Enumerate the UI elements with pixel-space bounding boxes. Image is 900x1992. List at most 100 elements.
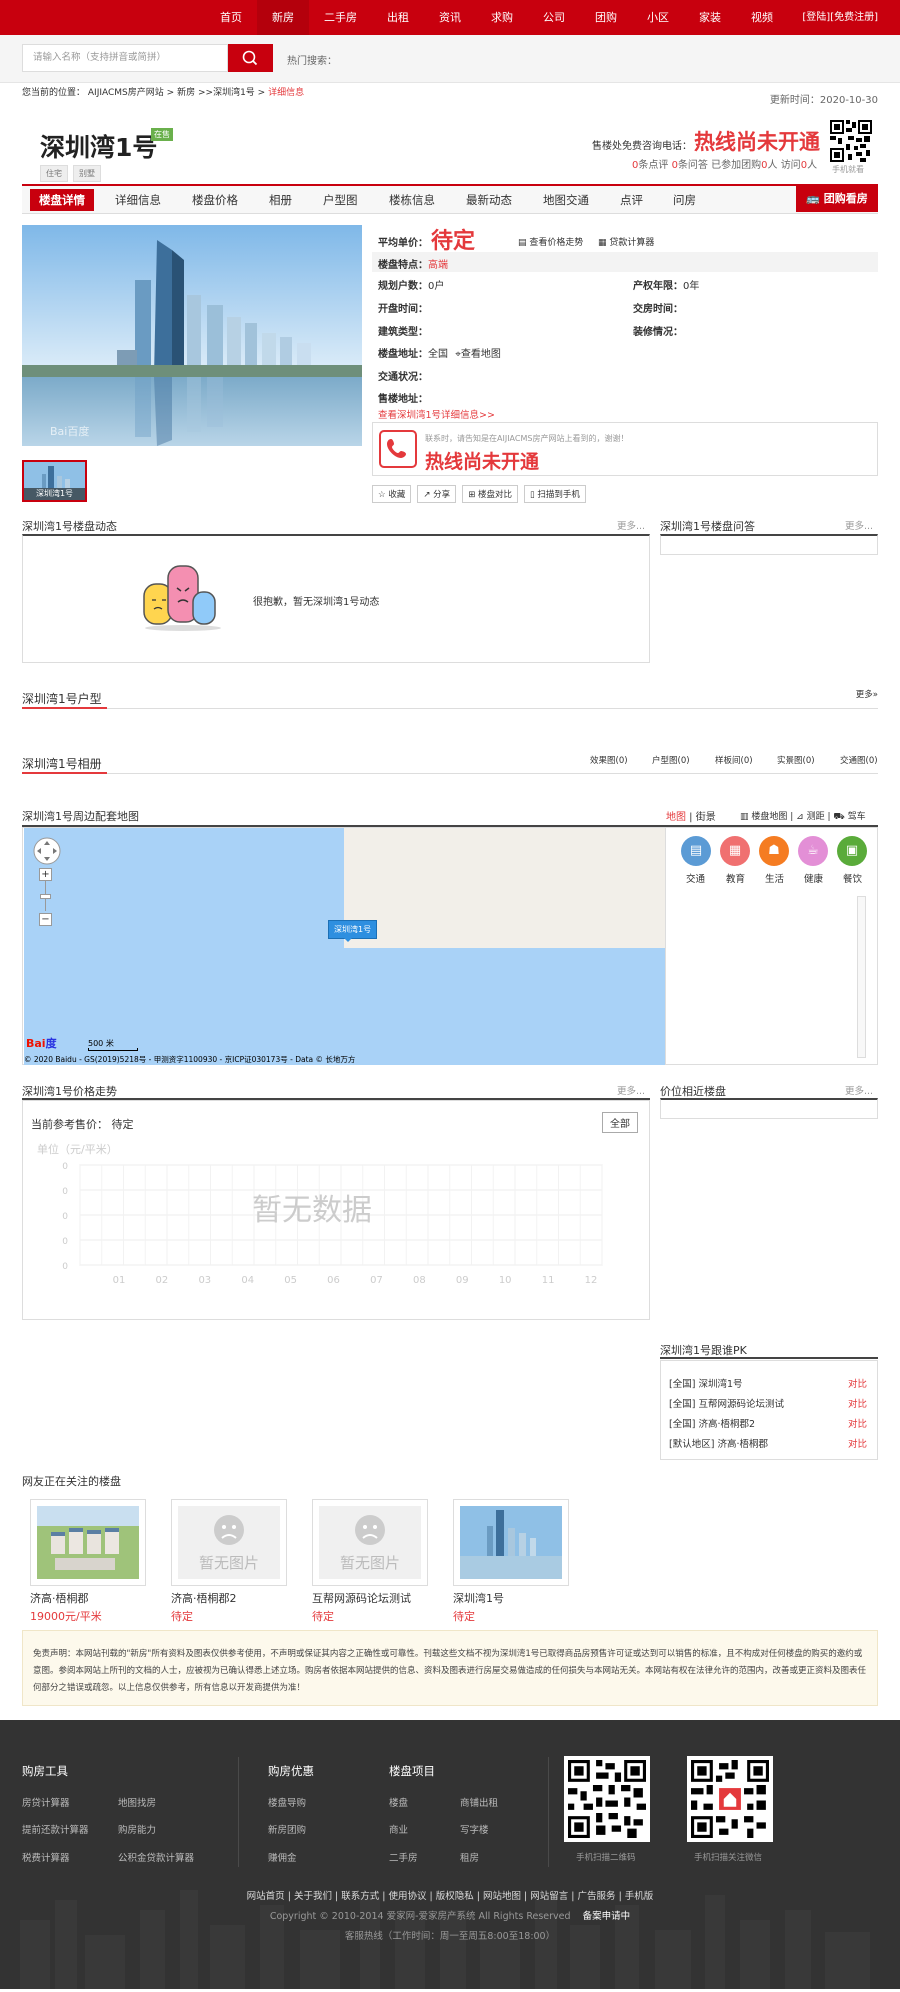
all-range-button[interactable]: 全部 [602, 1112, 638, 1133]
footer-link[interactable]: 新房团购 [268, 1822, 306, 1836]
map-pan-control[interactable] [32, 836, 62, 866]
zoom-out-button[interactable]: − [39, 913, 52, 926]
poi-health-button[interactable]: ☕ [798, 836, 828, 866]
footer-link[interactable]: 租房 [460, 1850, 479, 1864]
nav-rent[interactable]: 出租 [372, 0, 424, 35]
footer-link-about[interactable]: 关于我们 [294, 1891, 332, 1902]
related-name[interactable]: 深圳湾1号 [453, 1590, 504, 1606]
related-name[interactable]: 互帮网源码论坛测试 [312, 1590, 411, 1606]
nav-company[interactable]: 公司 [528, 0, 580, 35]
pk-name[interactable]: 济高·梧桐郡2 [698, 1419, 755, 1430]
pk-compare-link[interactable]: 对比 [848, 1416, 867, 1430]
view-map-link[interactable]: ⌖查看地图 [455, 349, 501, 360]
footer-link[interactable]: 提前还款计算器 [22, 1822, 89, 1836]
tab-questions[interactable]: 问房 [673, 186, 696, 214]
zoom-in-button[interactable]: + [39, 868, 52, 881]
qa-more-link[interactable]: 更多... [845, 518, 873, 532]
album-cat-effect[interactable]: 效果图(0) [590, 754, 628, 766]
pk-compare-link[interactable]: 对比 [848, 1396, 867, 1410]
poi-scrollbar[interactable] [857, 896, 866, 1058]
footer-link[interactable]: 楼盘 [389, 1795, 408, 1809]
map-mode-map[interactable]: 地图 [666, 812, 686, 823]
price-trend-link[interactable]: ▤ 查看价格走势 [518, 235, 583, 248]
nav-news[interactable]: 资讯 [424, 0, 476, 35]
breadcrumb-newhouse[interactable]: 新房 [177, 88, 195, 98]
price-trend-more-link[interactable]: 更多... [617, 1083, 645, 1097]
map-water[interactable] [24, 828, 344, 1065]
map-land[interactable] [344, 828, 665, 948]
album-cat-floorplan[interactable]: 户型图(0) [652, 754, 690, 766]
footer-link[interactable]: 公积金贷款计算器 [118, 1850, 194, 1864]
poi-life-button[interactable]: ☗ [759, 836, 789, 866]
floorplan-more-link[interactable]: 更多» [856, 688, 878, 700]
album-cat-real[interactable]: 实景图(0) [777, 754, 815, 766]
beian-text[interactable]: 备案申请中 [583, 1911, 631, 1922]
pk-name[interactable]: 济高·梧桐郡 [717, 1439, 768, 1450]
poi-traffic-label[interactable]: 交通 [686, 871, 705, 885]
more-info-link[interactable]: 查看深圳湾1号详细信息>> [378, 407, 495, 421]
footer-link-home[interactable]: 网站首页 [247, 1891, 285, 1902]
nav-wanted[interactable]: 求购 [476, 0, 528, 35]
search-button[interactable] [228, 44, 273, 72]
footer-link-message[interactable]: 网站留言 [530, 1891, 568, 1902]
pk-row[interactable]: [全国] 深圳湾1号 [669, 1376, 743, 1390]
breadcrumb-project[interactable]: 深圳湾1号 [213, 88, 255, 98]
tab-map[interactable]: 地图交通 [543, 186, 589, 214]
send-to-phone-button[interactable]: ▯ 扫描到手机 [524, 485, 586, 503]
nav-decor[interactable]: 家装 [684, 0, 736, 35]
pk-row[interactable]: [全国] 济高·梧桐郡2 [669, 1416, 755, 1430]
tab-buildings[interactable]: 楼栋信息 [389, 186, 435, 214]
footer-link-sitemap[interactable]: 网站地图 [483, 1891, 521, 1902]
compare-button[interactable]: ⊞ 楼盘对比 [462, 485, 519, 503]
related-card[interactable]: 暂无图片 [312, 1499, 428, 1586]
breadcrumb-site[interactable]: AIJIACMS房产网站 [88, 88, 164, 98]
related-card[interactable] [30, 1499, 146, 1586]
poi-health-label[interactable]: 健康 [804, 871, 823, 885]
footer-link-ads[interactable]: 广告服务 [578, 1891, 616, 1902]
album-cat-sample[interactable]: 样板间(0) [715, 754, 753, 766]
map-tool-measure[interactable]: ⊿ 测距 [796, 812, 824, 822]
poi-dining-label[interactable]: 餐饮 [843, 871, 862, 885]
nav-home[interactable]: 首页 [205, 0, 257, 35]
footer-link-terms[interactable]: 使用协议 [388, 1891, 426, 1902]
related-name[interactable]: 济高·梧桐郡2 [171, 1590, 237, 1606]
nav-video[interactable]: 视频 [736, 0, 788, 35]
nav-newhouse[interactable]: 新房 [257, 0, 309, 35]
tab-prices[interactable]: 楼盘价格 [192, 186, 238, 214]
pk-name[interactable]: 互帮网源码论坛测试 [698, 1399, 784, 1410]
tab-floorplans[interactable]: 户型图 [323, 186, 358, 214]
project-photo[interactable]: Bai百度 [22, 225, 362, 446]
footer-link[interactable]: 楼盘导购 [268, 1795, 306, 1809]
login-link[interactable]: [登陆] [802, 12, 830, 23]
poi-traffic-button[interactable]: ▤ [681, 836, 711, 866]
poi-life-label[interactable]: 生活 [765, 871, 784, 885]
search-input[interactable]: 请输入名称（支持拼音或简拼） [22, 44, 228, 72]
zoom-slider-handle[interactable] [40, 894, 51, 899]
footer-link[interactable]: 购房能力 [118, 1822, 156, 1836]
nav-secondhand[interactable]: 二手房 [309, 0, 372, 35]
footer-link[interactable]: 写字楼 [460, 1822, 489, 1836]
footer-link-contact[interactable]: 联系方式 [341, 1891, 379, 1902]
dynamics-more-link[interactable]: 更多... [617, 518, 645, 532]
related-card[interactable]: 暂无图片 [171, 1499, 287, 1586]
register-link[interactable]: [免费注册] [830, 12, 878, 23]
footer-link[interactable]: 商业 [389, 1822, 408, 1836]
footer-link[interactable]: 税费计算器 [22, 1850, 70, 1864]
related-name[interactable]: 济高·梧桐郡 [30, 1590, 89, 1606]
map-water-2[interactable] [344, 948, 665, 1065]
footer-link[interactable]: 赚佣金 [268, 1850, 297, 1864]
tab-album[interactable]: 相册 [269, 186, 292, 214]
footer-link-mobile[interactable]: 手机版 [625, 1891, 654, 1902]
poi-dining-button[interactable]: ▣ [837, 836, 867, 866]
groupbuy-button[interactable]: 🚌 团购看房 [796, 186, 878, 212]
footer-link[interactable]: 地图找房 [118, 1795, 156, 1809]
photo-thumbnail[interactable]: 深圳湾1号 [22, 460, 87, 502]
reviews-label[interactable]: 条点评 [638, 160, 668, 171]
pk-row[interactable]: [全国] 互帮网源码论坛测试 [669, 1396, 784, 1410]
nearby-more-link[interactable]: 更多... [845, 1083, 873, 1097]
tab-details[interactable]: 详细信息 [115, 186, 161, 214]
pk-name[interactable]: 深圳湾1号 [698, 1379, 742, 1390]
tab-overview[interactable]: 楼盘详情 [30, 189, 94, 211]
map-tool-drive[interactable]: ⛟ 驾车 [833, 812, 865, 822]
share-button[interactable]: ↗ 分享 [417, 485, 457, 503]
